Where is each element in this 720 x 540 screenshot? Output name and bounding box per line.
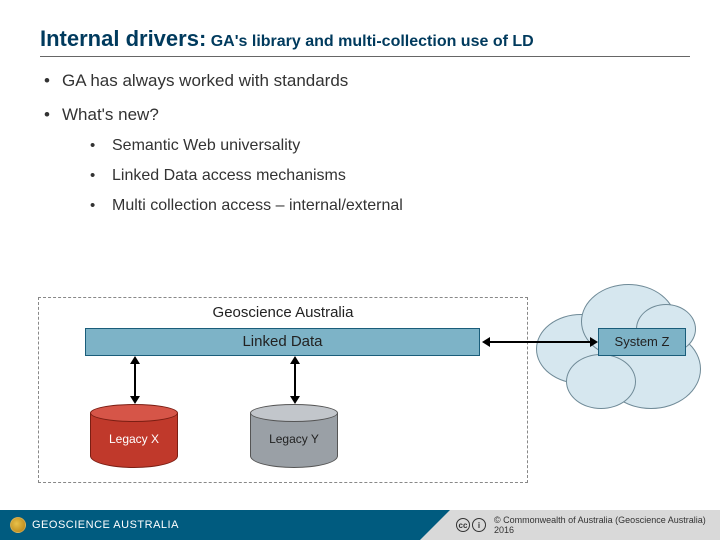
bullet-text: What's new?	[62, 105, 159, 124]
ga-logo-icon	[10, 517, 26, 533]
ga-container-label: Geoscience Australia	[39, 298, 527, 321]
title-line: Internal drivers: GA's library and multi…	[40, 26, 690, 57]
linked-data-box: Linked Data	[85, 328, 480, 356]
content-area: Internal drivers: GA's library and multi…	[0, 0, 720, 215]
diagram: Geoscience Australia Linked Data System …	[38, 292, 678, 497]
bullet-item: What's new? Semantic Web universality Li…	[40, 105, 690, 215]
sub-bullet-list: Semantic Web universality Linked Data ac…	[62, 137, 690, 215]
system-z-box: System Z	[598, 328, 686, 356]
legacy-x-cylinder: Legacy X	[90, 404, 178, 468]
arrowhead-icon	[290, 356, 300, 364]
footer-bar: GEOSCIENCE AUSTRALIA cc i © Commonwealth…	[0, 510, 720, 540]
footer-tail: cc i © Commonwealth of Australia (Geosci…	[420, 510, 720, 540]
title-main: Internal drivers:	[40, 26, 206, 51]
bullet-text: GA has always worked with standards	[62, 71, 348, 90]
arrowhead-icon	[130, 356, 140, 364]
title-sub: GA's library and multi-collection use of…	[211, 33, 534, 50]
sub-bullet-item: Linked Data access mechanisms	[62, 167, 690, 185]
sub-bullet-item: Multi collection access – internal/exter…	[62, 197, 690, 215]
arrowhead-icon	[130, 396, 140, 404]
cc-by-circle-icon: i	[472, 518, 486, 532]
cc-license-icon: cc i	[456, 518, 486, 532]
bullet-item: GA has always worked with standards	[40, 71, 690, 91]
legacy-y-cylinder: Legacy Y	[250, 404, 338, 468]
legacy-y-label: Legacy Y	[250, 432, 338, 446]
bullet-text: Linked Data access mechanisms	[112, 167, 346, 184]
bullet-text: Semantic Web universality	[112, 137, 300, 154]
bullet-list: GA has always worked with standards What…	[40, 71, 690, 215]
arrow-legacyx-ld	[134, 362, 136, 398]
footer-copyright: © Commonwealth of Australia (Geoscience …	[494, 515, 720, 535]
arrowhead-icon	[290, 396, 300, 404]
footer-brand: GEOSCIENCE AUSTRALIA	[10, 517, 179, 533]
sub-bullet-item: Semantic Web universality	[62, 137, 690, 155]
footer-brand-text: GEOSCIENCE AUSTRALIA	[32, 519, 179, 531]
slide-root: Internal drivers: GA's library and multi…	[0, 0, 720, 540]
cc-circle-icon: cc	[456, 518, 470, 532]
arrow-legacyy-ld	[294, 362, 296, 398]
legacy-x-label: Legacy X	[90, 432, 178, 446]
bullet-text: Multi collection access – internal/exter…	[112, 197, 403, 214]
arrow-ld-to-systemz	[490, 341, 590, 343]
